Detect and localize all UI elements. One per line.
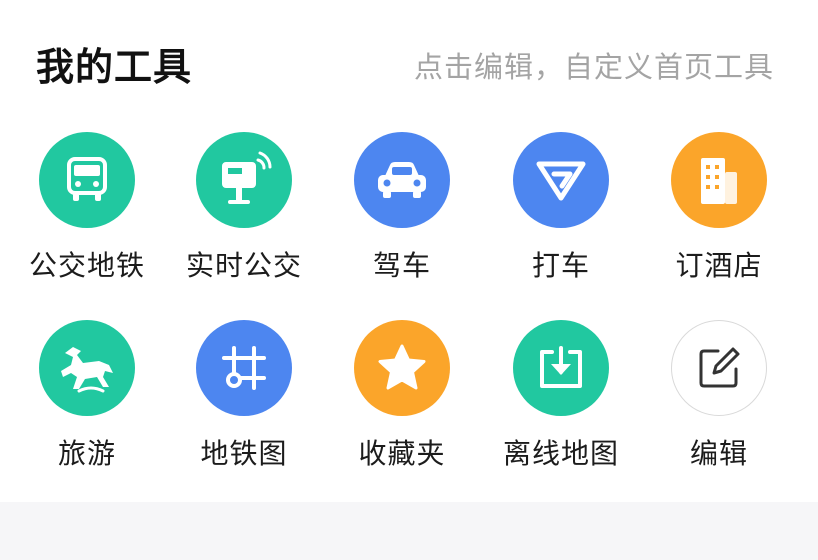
tool-label: 编辑 [689,437,748,470]
tool-subway-map[interactable]: 地铁图 [164,320,324,472]
bus-stop-sign-icon [196,132,292,228]
taxi-logo-icon [513,132,609,228]
tool-realtime-bus[interactable]: 实时公交 [164,132,324,284]
tool-label: 旅游 [57,437,116,470]
download-tray-icon [513,320,609,416]
tool-offline-map[interactable]: 离线地图 [481,320,641,472]
subway-map-icon [196,320,292,416]
tool-label: 收藏夹 [358,437,446,470]
galloping-horse-icon [39,320,135,416]
edit-pencil-icon [671,320,767,416]
star-icon [354,320,450,416]
tool-driving[interactable]: 驾车 [322,132,482,284]
tool-label: 订酒店 [675,249,763,282]
tools-header: 我的工具 点击编辑，自定义首页工具 [0,0,818,110]
section-divider [0,502,818,560]
edit-hint[interactable]: 点击编辑，自定义首页工具 [414,44,774,86]
tool-label: 打车 [531,249,590,282]
tool-travel[interactable]: 旅游 [7,320,167,472]
tool-label: 离线地图 [502,437,619,470]
car-icon [354,132,450,228]
bus-icon [39,132,135,228]
hotel-building-icon [671,132,767,228]
tool-label: 公交地铁 [28,249,145,282]
tool-label: 实时公交 [185,249,302,282]
tool-hotel[interactable]: 订酒店 [639,132,799,284]
tool-label: 驾车 [372,249,431,282]
tool-bus-subway[interactable]: 公交地铁 [7,132,167,284]
tool-favorites[interactable]: 收藏夹 [322,320,482,472]
tool-taxi[interactable]: 打车 [481,132,641,284]
tool-label: 地铁图 [200,437,288,470]
page-title: 我的工具 [36,45,193,89]
tool-edit[interactable]: 编辑 [639,320,799,472]
